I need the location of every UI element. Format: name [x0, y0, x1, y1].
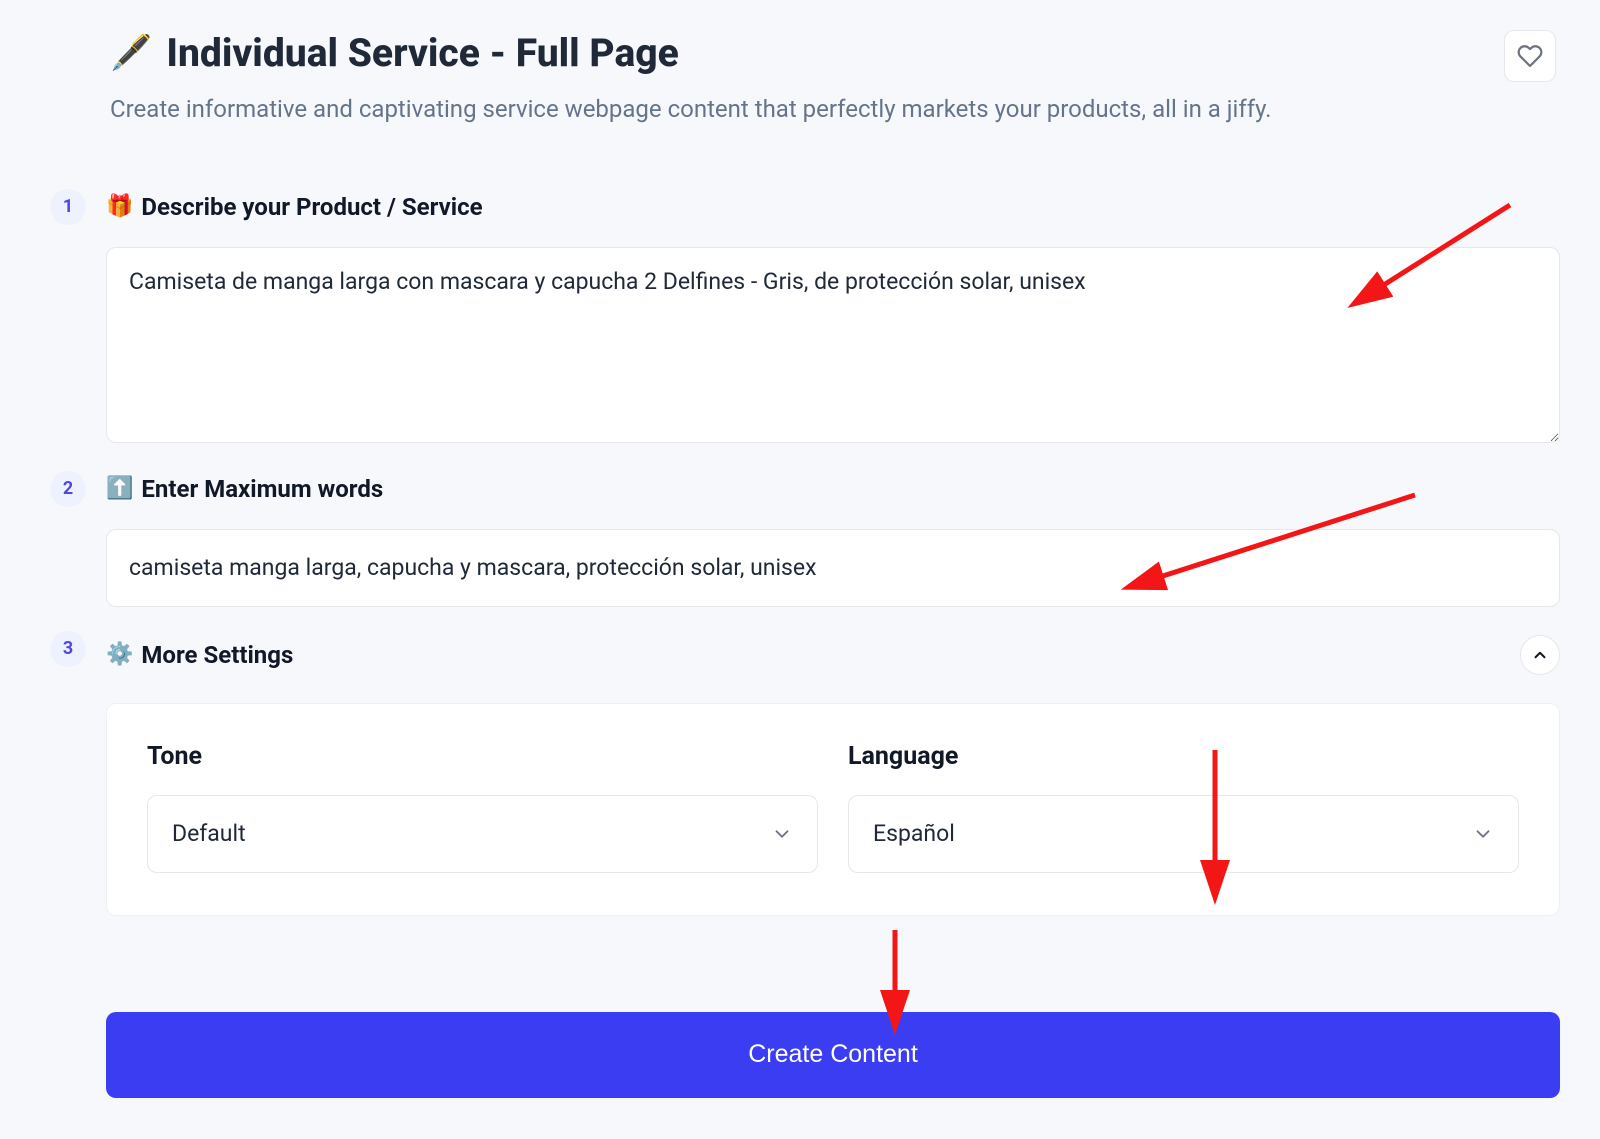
- step-2-badge: 2: [50, 471, 86, 507]
- step-1-label-text: Describe your Product / Service: [141, 193, 482, 221]
- step-3-label-text: More Settings: [141, 641, 293, 669]
- page-description: Create informative and captivating servi…: [110, 95, 1484, 123]
- gear-icon: ⚙️: [106, 642, 133, 667]
- tone-label: Tone: [147, 742, 818, 771]
- favorite-button[interactable]: [1504, 30, 1556, 82]
- language-label: Language: [848, 742, 1519, 771]
- tone-select[interactable]: Default: [147, 795, 818, 873]
- step-3-label: ⚙️ More Settings: [106, 641, 293, 669]
- step-1-label: 🎁 Describe your Product / Service: [106, 193, 1560, 221]
- create-content-button[interactable]: Create Content: [106, 1012, 1560, 1098]
- chevron-down-icon: [1472, 823, 1494, 845]
- up-arrow-icon: ⬆️: [106, 476, 133, 501]
- more-settings-panel: Tone Default Language Español: [106, 703, 1560, 916]
- pen-icon: 🖋️: [110, 33, 152, 74]
- chevron-down-icon: [771, 823, 793, 845]
- step-1-badge: 1: [50, 189, 86, 225]
- heart-icon: [1517, 43, 1543, 69]
- gift-icon: 🎁: [106, 194, 133, 219]
- language-select-value: Español: [873, 820, 955, 847]
- max-words-input[interactable]: camiseta manga larga, capucha y mascara,…: [106, 529, 1560, 607]
- step-3-badge: 3: [50, 631, 86, 667]
- step-2-label-text: Enter Maximum words: [141, 475, 383, 503]
- step-2-label: ⬆️ Enter Maximum words: [106, 475, 1560, 503]
- product-description-input[interactable]: [106, 247, 1560, 443]
- chevron-up-icon: [1531, 646, 1549, 664]
- language-select[interactable]: Español: [848, 795, 1519, 873]
- page-title: 🖋️ Individual Service - Full Page: [110, 30, 1484, 77]
- tone-select-value: Default: [172, 820, 246, 847]
- more-settings-toggle[interactable]: [1520, 635, 1560, 675]
- page-title-text: Individual Service - Full Page: [166, 30, 678, 77]
